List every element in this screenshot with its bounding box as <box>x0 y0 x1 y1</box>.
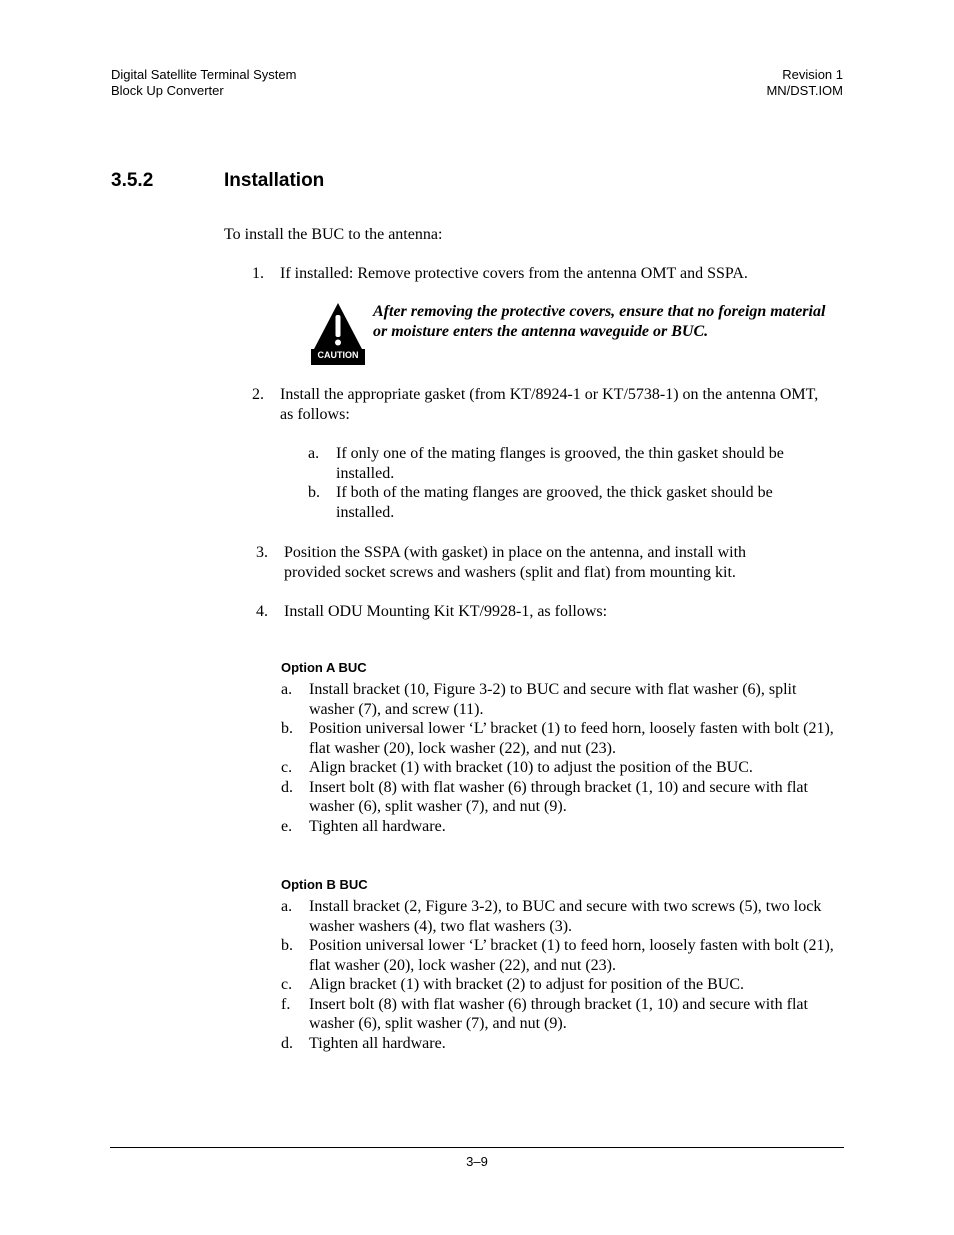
step-text: If installed: Remove protective covers f… <box>280 265 748 282</box>
step-number: 3. <box>256 544 268 561</box>
substep-label: a. <box>308 445 320 462</box>
item-text: Install bracket (2, Figure 3-2), to BUC … <box>309 898 822 935</box>
item-text: Tighten all hardware. <box>309 1034 446 1052</box>
caution-text: After removing the protective covers, en… <box>373 303 826 340</box>
item-text: Position universal lower ‘L’ bracket (1)… <box>309 720 834 757</box>
item-label: a. <box>281 898 293 915</box>
step-text: Install the appropriate gasket (from KT/… <box>280 386 819 423</box>
substep-text: If only one of the mating flanges is gro… <box>336 445 784 482</box>
option-b-item: a. Install bracket (2, Figure 3-2), to BU… <box>281 897 843 936</box>
page-number: 3–9 <box>466 1154 488 1169</box>
step-2: 2. Install the appropriate gasket (from … <box>252 385 822 424</box>
running-header-left: Digital Satellite Terminal System Block … <box>111 67 296 99</box>
option-a-item: d. Insert bolt (8) with flat washer (6) t… <box>281 778 843 817</box>
option-b-heading: Option B BUC <box>281 877 368 892</box>
header-revision: Revision 1 <box>782 67 843 82</box>
option-b-item: f. Insert bolt (8) with flat washer (6) t… <box>281 995 843 1034</box>
substep-label: b. <box>308 484 320 501</box>
item-label: c. <box>281 759 293 776</box>
item-text: Tighten all hardware. <box>309 817 446 835</box>
item-text: Insert bolt (8) with flat washer (6) thr… <box>309 778 808 816</box>
item-label: a. <box>281 681 293 698</box>
footer-divider <box>110 1147 844 1148</box>
caution-label: CAUTION <box>317 350 359 360</box>
caution-notice: CAUTION After removing the protective co… <box>311 301 841 370</box>
item-label: b. <box>281 937 293 954</box>
section-number: 3.5.2 <box>111 170 154 191</box>
substep: a. If only one of the mating flanges is … <box>308 444 828 483</box>
step-text: Position the SSPA (with gasket) in place… <box>284 544 747 581</box>
item-label: f. <box>281 995 291 1013</box>
item-label: b. <box>281 720 293 737</box>
option-b-item: c. Align bracket (1) with bracket (2) to … <box>281 975 843 995</box>
substep-text: If both of the mating flanges are groove… <box>336 484 773 521</box>
section-title: Installation <box>224 170 325 191</box>
option-b-item: d. Tighten all hardware. <box>281 1034 843 1054</box>
step-text: Install ODU Mounting Kit KT/9928-1, as f… <box>284 603 608 620</box>
step-1: 1. If installed: Remove protective cover… <box>252 264 832 284</box>
item-text: Install bracket (10, Figure 3-2) to BUC … <box>309 681 797 718</box>
running-header-right: Revision 1 MN/DST.IOM <box>766 67 843 99</box>
item-text: Align bracket (1) with bracket (2) to ad… <box>309 976 745 993</box>
header-doc-subtitle: Block Up Converter <box>111 83 224 98</box>
item-text: Align bracket (1) with bracket (10) to a… <box>309 759 753 776</box>
step-2-substeps: a. If only one of the mating flanges is … <box>308 444 828 522</box>
option-a-item: b. Position universal lower ‘L’ bracket (… <box>281 719 843 758</box>
option-b-list: a. Install bracket (2, Figure 3-2), to BU… <box>281 897 843 1053</box>
item-label: e. <box>281 817 293 835</box>
option-a-item: c. Align bracket (1) with bracket (10) to… <box>281 758 843 778</box>
option-b-item: b. Position universal lower ‘L’ bracket (… <box>281 936 843 975</box>
item-label: d. <box>281 1034 293 1052</box>
option-a-item: e. Tighten all hardware. <box>281 817 843 837</box>
item-label: c. <box>281 976 293 993</box>
item-text: Position universal lower ‘L’ bracket (1)… <box>309 937 834 974</box>
header-doc-number: MN/DST.IOM <box>766 83 843 98</box>
option-a-item: a. Install bracket (10, Figure 3-2) to BU… <box>281 680 843 719</box>
step-4: 4. Install ODU Mounting Kit KT/9928-1, a… <box>256 602 796 622</box>
item-text: Insert bolt (8) with flat washer (6) thr… <box>309 995 808 1033</box>
option-a-heading: Option A BUC <box>281 660 367 675</box>
intro-text: To install the BUC to the antenna: <box>224 226 443 243</box>
option-a-list: a. Install bracket (10, Figure 3-2) to BU… <box>281 680 843 836</box>
step-number: 4. <box>256 603 268 620</box>
step-number: 2. <box>252 386 264 403</box>
substep: b. If both of the mating flanges are gro… <box>308 483 828 522</box>
step-3: 3. Position the SSPA (with gasket) in pl… <box>256 543 796 582</box>
item-label: d. <box>281 778 293 796</box>
step-number: 1. <box>252 265 264 282</box>
header-doc-title: Digital Satellite Terminal System <box>111 67 297 82</box>
